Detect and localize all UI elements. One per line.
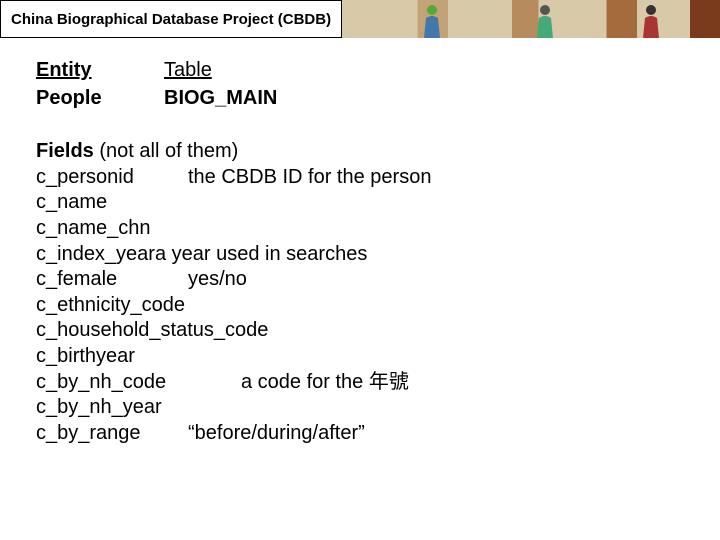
field-name: c_household_status_code (36, 318, 268, 344)
field-row: c_femaleyes/no (36, 267, 690, 293)
field-row: c_ethnicity_code (36, 293, 690, 319)
field-name: c_female (36, 267, 188, 293)
field-name: c_name_chn (36, 216, 188, 242)
banner-figure-icon (637, 2, 665, 38)
value-row: People BIOG_MAIN (36, 86, 690, 112)
field-name: c_by_nh_year (36, 395, 188, 421)
field-row: c_name_chn (36, 216, 690, 242)
fields-heading-row: Fields (not all of them) (36, 139, 690, 165)
field-name: c_by_nh_code (36, 370, 241, 396)
fields-heading: Fields (36, 140, 94, 162)
field-description: a code for the 年號 (241, 370, 409, 396)
field-row: c_name (36, 190, 690, 216)
entity-heading: Entity (36, 58, 164, 84)
field-row: c_household_status_code (36, 318, 690, 344)
project-title-text: China Biographical Database Project (CBD… (11, 11, 331, 28)
field-row: c_by_range“before/during/after” (36, 421, 690, 447)
field-description: the CBDB ID for the person (188, 165, 431, 191)
banner-artwork (342, 0, 720, 38)
field-name: c_birthyear (36, 344, 188, 370)
heading-row: Entity Table (36, 58, 690, 84)
project-title: China Biographical Database Project (CBD… (0, 0, 342, 38)
table-heading: Table (164, 58, 212, 84)
field-description: a year used in searches (155, 242, 367, 268)
banner-figure-icon (531, 2, 559, 38)
banner-figure-icon (418, 2, 446, 38)
field-name: c_name (36, 190, 188, 216)
field-row: c_by_nh_codea code for the 年號 (36, 370, 690, 396)
field-row: c_index_yeara year used in searches (36, 242, 690, 268)
fields-note: (not all of them) (99, 140, 238, 162)
field-description: yes/no (188, 267, 247, 293)
fields-list: c_personidthe CBDB ID for the personc_na… (36, 165, 690, 447)
field-name: c_ethnicity_code (36, 293, 188, 319)
field-name: c_by_range (36, 421, 188, 447)
fields-section: Fields (not all of them) c_personidthe C… (36, 139, 690, 446)
field-row: c_personidthe CBDB ID for the person (36, 165, 690, 191)
field-name: c_personid (36, 165, 188, 191)
field-description: “before/during/after” (188, 421, 365, 447)
table-value: BIOG_MAIN (164, 86, 277, 112)
field-name: c_index_year (36, 242, 155, 268)
field-row: c_by_nh_year (36, 395, 690, 421)
header-bar: China Biographical Database Project (CBD… (0, 0, 720, 38)
entity-value: People (36, 86, 164, 112)
main-content: Entity Table People BIOG_MAIN Fields (no… (0, 38, 720, 446)
field-row: c_birthyear (36, 344, 690, 370)
